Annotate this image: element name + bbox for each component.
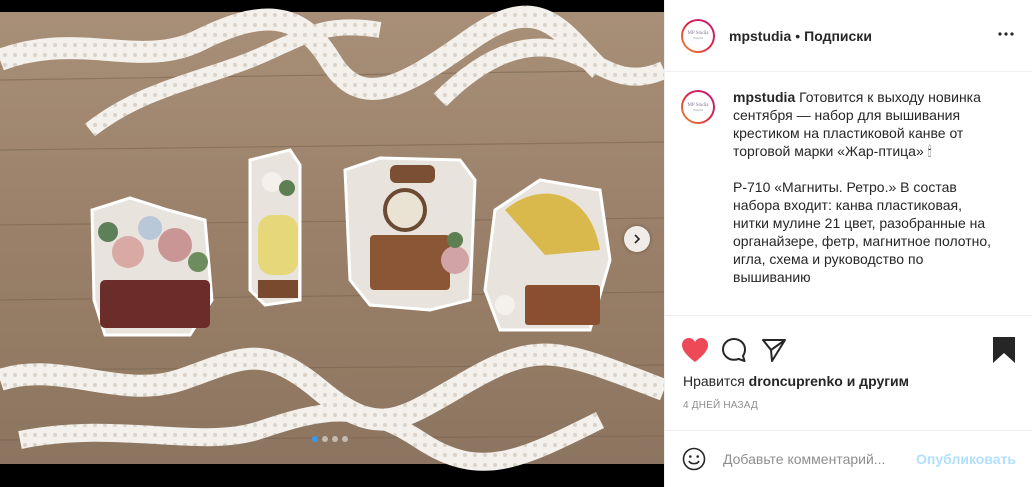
post-side-panel: MP Studia Россия mpstudia • Подписки MP … — [664, 0, 1032, 487]
share-icon — [762, 339, 786, 362]
avatar-logo-sub: Россия — [693, 107, 703, 112]
emoji-icon — [682, 447, 706, 471]
carousel-dot-3 — [332, 436, 338, 442]
likes-suffix[interactable]: и другим — [847, 373, 909, 389]
carousel-dot-2 — [322, 436, 328, 442]
add-comment-form: Опубликовать — [665, 430, 1032, 487]
comment-input[interactable] — [723, 451, 911, 467]
post-header: MP Studia Россия mpstudia • Подписки — [665, 0, 1032, 72]
bookmark-icon — [993, 337, 1015, 363]
following-button[interactable]: Подписки — [804, 28, 872, 44]
like-button[interactable] — [681, 330, 721, 370]
comment-button[interactable] — [721, 330, 761, 370]
avatar[interactable]: MP Studia Россия — [681, 18, 715, 53]
chevron-right-icon — [634, 234, 641, 244]
comment-icon — [722, 338, 746, 362]
carousel-dot-1 — [312, 436, 318, 442]
likes-user[interactable]: droncuprenko — [749, 373, 843, 389]
likes-prefix: Нравится — [683, 373, 745, 389]
likes-summary[interactable]: Нравится droncuprenko и другим — [683, 373, 909, 389]
comments-area[interactable]: MP Studia Россия mpstudia Готовится к вы… — [665, 72, 1032, 316]
avatar-logo: MP Studia — [687, 102, 709, 108]
caption-avatar[interactable]: MP Studia Россия — [681, 90, 715, 124]
post-comment-button[interactable]: Опубликовать — [916, 451, 1016, 467]
post-photo[interactable] — [0, 0, 664, 487]
caption-username[interactable]: mpstudia — [733, 89, 795, 105]
heart-icon — [682, 338, 708, 362]
save-button[interactable] — [976, 330, 1016, 370]
carousel-dots — [312, 436, 348, 442]
header-username[interactable]: mpstudia — [729, 28, 791, 44]
header-separator: • — [795, 27, 801, 44]
share-button[interactable] — [761, 330, 801, 370]
caption-text-2: Р-710 «Магниты. Ретро.» В состав набора … — [733, 179, 992, 285]
more-icon — [998, 32, 1014, 36]
carousel-dot-4 — [342, 436, 348, 442]
post-date[interactable]: 4 ДНЕЙ НАЗАД — [683, 400, 758, 411]
photo-image — [0, 5, 664, 471]
more-options-button[interactable] — [994, 22, 1018, 46]
post-actions — [681, 330, 1016, 370]
post-caption: mpstudia Готовится к выходу новинка сент… — [733, 88, 999, 315]
emoji-button[interactable] — [681, 446, 707, 472]
next-slide-button[interactable] — [624, 226, 650, 252]
avatar-logo-sub: Россия — [693, 36, 703, 40]
